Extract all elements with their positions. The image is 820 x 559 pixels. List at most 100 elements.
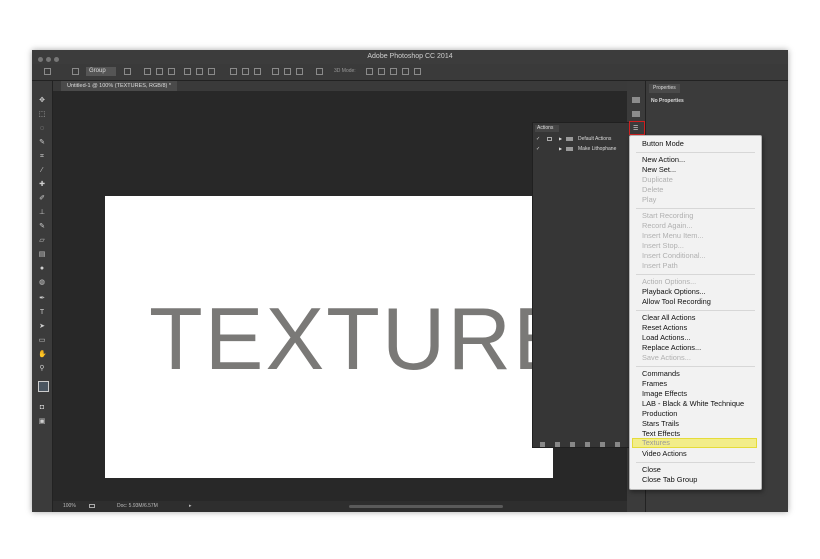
layers-panel-icon[interactable] xyxy=(632,111,640,117)
pen-tool-icon[interactable]: ✒ xyxy=(38,295,46,303)
gradient-icon[interactable]: ▤ xyxy=(38,251,46,259)
new-set-icon[interactable] xyxy=(585,442,590,447)
auto-align-icon[interactable] xyxy=(316,68,323,75)
eraser-icon[interactable]: ▱ xyxy=(38,237,46,245)
properties-tab[interactable]: Properties xyxy=(649,84,680,93)
foreground-color-swatch[interactable] xyxy=(38,381,49,392)
move-tool-icon[interactable] xyxy=(44,68,51,75)
expand-triangle-icon[interactable]: ▶ xyxy=(559,134,562,144)
menu-item-commands[interactable]: Commands xyxy=(642,369,680,379)
menu-item-close[interactable]: Close xyxy=(642,465,661,475)
blur-icon[interactable]: ● xyxy=(38,265,46,273)
menu-item-insert-stop: Insert Stop... xyxy=(642,241,684,250)
3d-rotate-icon[interactable] xyxy=(366,68,373,75)
quick-select-icon[interactable]: ✎ xyxy=(38,139,46,147)
export-icon[interactable] xyxy=(89,504,95,508)
crop-tool-icon[interactable]: ⌗ xyxy=(38,153,46,161)
menu-item-replace-actions[interactable]: Replace Actions... xyxy=(642,343,701,353)
action-set-label: Make Lithophane xyxy=(578,146,617,152)
3d-slide-icon[interactable] xyxy=(402,68,409,75)
actions-tab[interactable]: Actions xyxy=(535,125,559,132)
action-set-row[interactable]: ✓ ▶ Make Lithophane xyxy=(533,144,629,154)
trash-icon[interactable] xyxy=(615,442,620,447)
expand-triangle-icon[interactable]: ▶ xyxy=(559,144,562,154)
menu-item-allow-tool-recording[interactable]: Allow Tool Recording xyxy=(642,297,711,307)
toggle-check-icon[interactable]: ✓ xyxy=(536,134,540,144)
menu-item-close-tab-group[interactable]: Close Tab Group xyxy=(642,475,697,485)
status-menu-arrow-icon[interactable]: ▸ xyxy=(189,501,192,512)
action-set-row[interactable]: ✓ ▶ Default Actions xyxy=(533,134,629,144)
menu-separator xyxy=(636,310,755,311)
menu-item-stars-trails[interactable]: Stars Trails xyxy=(642,419,679,429)
distribute-middle-icon[interactable] xyxy=(242,68,249,75)
menu-item-clear-all-actions[interactable]: Clear All Actions xyxy=(642,313,695,323)
auto-select-dropdown[interactable]: Group xyxy=(86,67,116,76)
menu-separator xyxy=(636,274,755,275)
menu-item-production[interactable]: Production xyxy=(642,409,677,419)
shape-tool-icon[interactable]: ▭ xyxy=(38,337,46,345)
stop-icon[interactable] xyxy=(540,442,545,447)
new-action-icon[interactable] xyxy=(600,442,605,447)
clone-stamp-icon[interactable]: ⊥ xyxy=(38,209,46,217)
menu-item-video-actions[interactable]: Video Actions xyxy=(642,449,687,459)
horizontal-scrollbar[interactable] xyxy=(349,505,503,508)
lasso-tool-icon[interactable]: ◌ xyxy=(38,125,46,133)
menu-item-playback-options[interactable]: Playback Options... xyxy=(642,287,706,297)
screen-mode-icon[interactable]: ▣ xyxy=(38,418,46,426)
menu-item-reset-actions[interactable]: Reset Actions xyxy=(642,323,687,333)
folder-icon xyxy=(566,137,573,141)
auto-select-icon[interactable] xyxy=(72,68,79,75)
zoom-tool-icon[interactable]: ⚲ xyxy=(38,365,46,373)
hand-tool-icon[interactable]: ✋ xyxy=(38,351,47,359)
menu-item-save-actions: Save Actions... xyxy=(642,353,691,362)
3d-mode-label: 3D Mode: xyxy=(334,68,356,74)
quick-mask-icon[interactable]: ◘ xyxy=(38,404,46,412)
menu-item-button-mode[interactable]: Button Mode xyxy=(642,139,684,149)
dodge-icon[interactable]: ◍ xyxy=(38,279,46,287)
transform-controls-icon[interactable] xyxy=(124,68,131,75)
canvas[interactable]: TEXTURES xyxy=(105,196,553,478)
align-left-icon[interactable] xyxy=(184,68,191,75)
record-icon[interactable] xyxy=(555,442,560,447)
eyedropper-icon[interactable]: ⁄ xyxy=(38,167,46,175)
distribute-right-icon[interactable] xyxy=(296,68,303,75)
distribute-center-icon[interactable] xyxy=(284,68,291,75)
toggle-check-icon[interactable]: ✓ xyxy=(536,144,540,154)
status-bar: 100% Doc: 5.93M/6.57M ▸ xyxy=(53,501,627,512)
type-tool-icon[interactable]: T xyxy=(38,309,46,317)
canvas-text-layer[interactable]: TEXTURES xyxy=(149,295,553,383)
align-center-icon[interactable] xyxy=(196,68,203,75)
panel-menu-button[interactable]: ☰ xyxy=(629,121,645,135)
menu-item-load-actions[interactable]: Load Actions... xyxy=(642,333,690,343)
folder-icon xyxy=(566,147,573,151)
distribute-top-icon[interactable] xyxy=(230,68,237,75)
play-icon[interactable] xyxy=(570,442,575,447)
move-tool-icon[interactable]: ✥ xyxy=(38,97,46,105)
path-select-icon[interactable]: ➤ xyxy=(38,323,46,331)
document-tab[interactable]: Untitled-1 @ 100% (TEXTURES, RGB/8) * xyxy=(61,81,178,91)
menu-item-frames[interactable]: Frames xyxy=(642,379,667,389)
dialog-toggle-icon[interactable] xyxy=(547,137,552,141)
distribute-bottom-icon[interactable] xyxy=(254,68,261,75)
menu-item-textures[interactable]: Textures xyxy=(642,438,670,448)
history-brush-icon[interactable]: ✎ xyxy=(38,223,46,231)
align-top-icon[interactable] xyxy=(144,68,151,75)
menu-item-new-set[interactable]: New Set... xyxy=(642,165,676,175)
align-bottom-icon[interactable] xyxy=(168,68,175,75)
3d-scale-icon[interactable] xyxy=(414,68,421,75)
marquee-tool-icon[interactable]: ⬚ xyxy=(38,111,46,119)
menu-item-lab-bw-technique[interactable]: LAB - Black & White Technique xyxy=(642,399,744,409)
brush-tool-icon[interactable]: ✐ xyxy=(38,195,46,203)
distribute-left-icon[interactable] xyxy=(272,68,279,75)
align-middle-icon[interactable] xyxy=(156,68,163,75)
menu-item-record-again: Record Again... xyxy=(642,221,693,230)
zoom-level[interactable]: 100% xyxy=(63,501,76,512)
healing-brush-icon[interactable]: ✚ xyxy=(38,181,46,189)
align-right-icon[interactable] xyxy=(208,68,215,75)
3d-panel-icon[interactable] xyxy=(632,97,640,103)
3d-pan-icon[interactable] xyxy=(390,68,397,75)
3d-roll-icon[interactable] xyxy=(378,68,385,75)
tools-panel: ✥ ⬚ ◌ ✎ ⌗ ⁄ ✚ ✐ ⊥ ✎ ▱ ▤ ● ◍ ✒ T ➤ ▭ ✋ ⚲ … xyxy=(32,81,53,512)
menu-item-image-effects[interactable]: Image Effects xyxy=(642,389,687,399)
menu-item-new-action[interactable]: New Action... xyxy=(642,155,685,165)
